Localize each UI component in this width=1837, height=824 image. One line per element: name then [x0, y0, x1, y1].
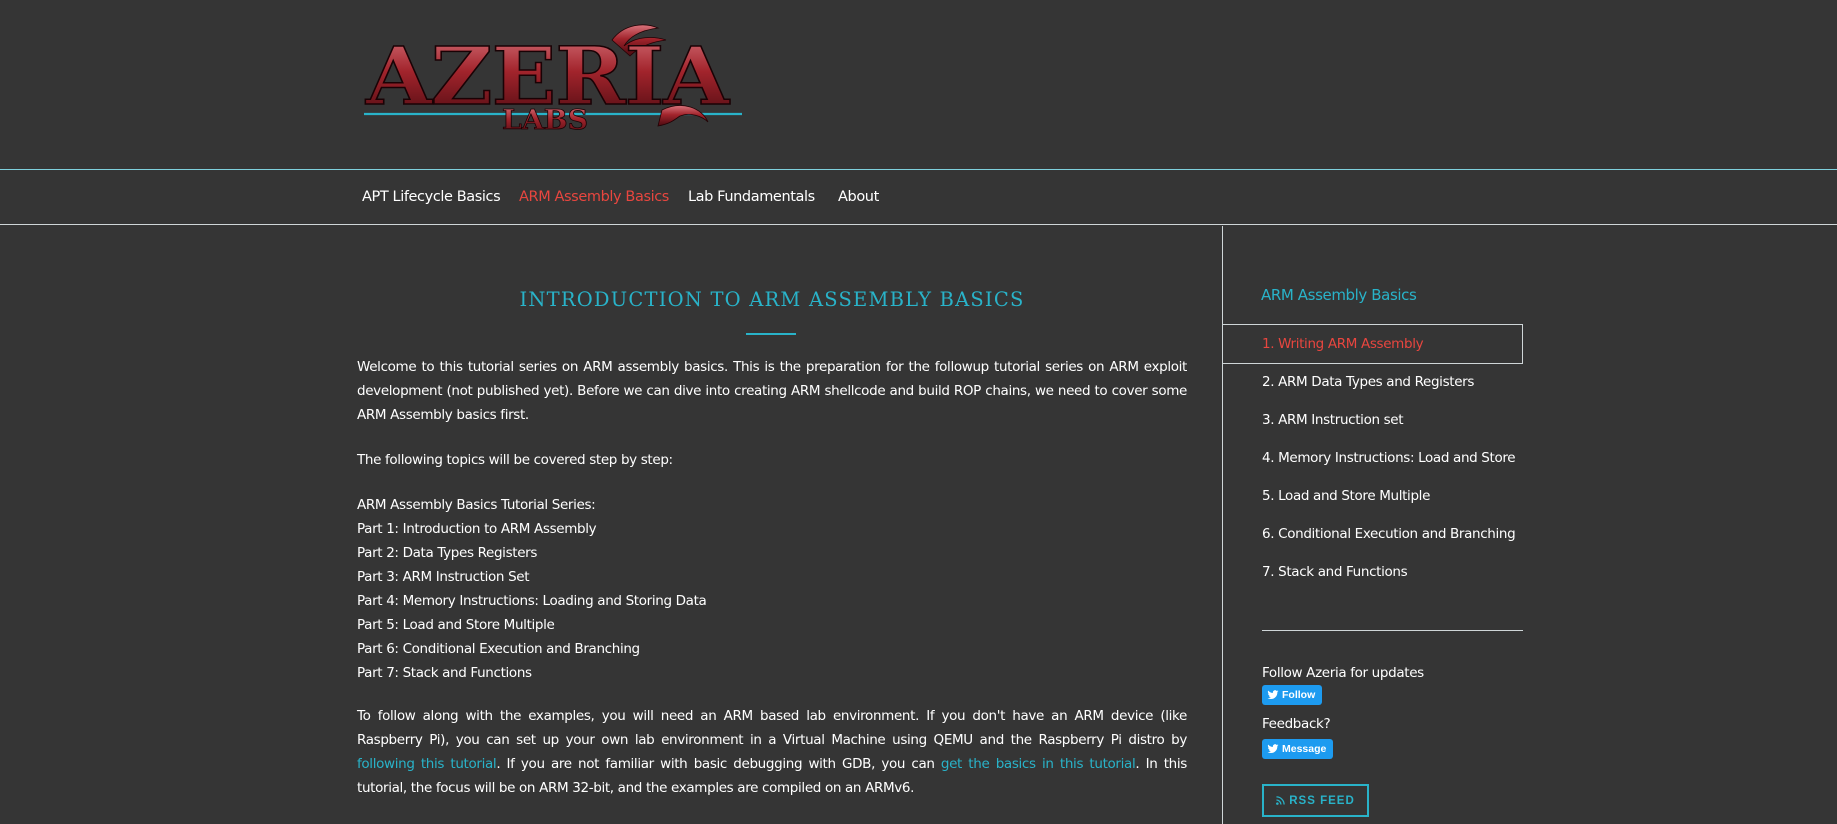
sidebar-separator	[1262, 630, 1523, 631]
sidebar: ARM Assembly Basics 1. Writing ARM Assem…	[1222, 226, 1837, 824]
list-item: Part 4: Memory Instructions: Loading and…	[357, 593, 707, 609]
list-item: Part 2: Data Types Registers	[357, 545, 538, 561]
feedback-text: Feedback?	[1262, 716, 1331, 732]
sidebar-item-conditional-execution[interactable]: 6. Conditional Execution and Branching	[1262, 526, 1516, 542]
nav-item-apt-lifecycle-basics[interactable]: APT Lifecycle Basics	[362, 189, 501, 205]
main-navigation: APT Lifecycle Basics ARM Assembly Basics…	[0, 169, 1837, 225]
sidebar-item-data-types-registers[interactable]: 2. ARM Data Types and Registers	[1262, 374, 1474, 390]
twitter-bird-icon	[1267, 690, 1279, 700]
svg-text:LABS: LABS	[502, 105, 588, 136]
qemu-tutorial-link[interactable]: following this tutorial	[357, 756, 497, 772]
list-item: Part 7: Stack and Functions	[357, 665, 532, 681]
twitter-follow-button[interactable]: Follow	[1262, 685, 1323, 705]
twitter-message-button[interactable]: Message	[1262, 739, 1334, 759]
twitter-bird-icon	[1267, 744, 1279, 754]
nav-item-lab-fundamentals[interactable]: Lab Fundamentals	[688, 189, 815, 205]
list-item: Part 3: ARM Instruction Set	[357, 569, 530, 585]
title-underline	[746, 333, 796, 335]
tutorial-series-list: ARM Assembly Basics Tutorial Series: Par…	[357, 493, 707, 685]
sidebar-item-instruction-set[interactable]: 3. ARM Instruction set	[1262, 412, 1404, 428]
series-heading: ARM Assembly Basics Tutorial Series:	[357, 497, 596, 513]
requirements-paragraph: To follow along with the examples, you w…	[357, 704, 1187, 800]
site-header: AZERIA LABS	[0, 0, 1837, 169]
list-item: Part 1: Introduction to ARM Assembly	[357, 521, 597, 537]
nav-item-about[interactable]: About	[838, 189, 879, 205]
topics-intro: The following topics will be covered ste…	[357, 452, 673, 468]
rss-button-label: RSS FEED	[1289, 794, 1355, 807]
azeria-labs-logo[interactable]: AZERIA LABS	[362, 22, 746, 138]
gdb-basics-link[interactable]: get the basics in this tutorial	[941, 756, 1136, 772]
rss-icon	[1276, 796, 1285, 805]
sidebar-item-writing-arm-assembly[interactable]: 1. Writing ARM Assembly	[1262, 336, 1424, 352]
nav-item-arm-assembly-basics[interactable]: ARM Assembly Basics	[519, 189, 669, 205]
page-title: INTRODUCTION TO ARM ASSEMBLY BASICS	[519, 288, 1025, 311]
sidebar-item-load-store-multiple[interactable]: 5. Load and Store Multiple	[1262, 488, 1430, 504]
sidebar-item-memory-instructions[interactable]: 4. Memory Instructions: Load and Store	[1262, 450, 1516, 466]
sidebar-title: ARM Assembly Basics	[1261, 286, 1417, 304]
requirements-text-1: To follow along with the examples, you w…	[357, 708, 1187, 748]
message-button-label: Message	[1282, 743, 1327, 755]
list-item: Part 6: Conditional Execution and Branch…	[357, 641, 640, 657]
follow-text: Follow Azeria for updates	[1262, 665, 1424, 681]
sidebar-item-stack-functions[interactable]: 7. Stack and Functions	[1262, 564, 1408, 580]
requirements-text-2: . If you are not familiar with basic deb…	[496, 756, 941, 772]
follow-button-label: Follow	[1282, 689, 1316, 701]
list-item: Part 5: Load and Store Multiple	[357, 617, 555, 633]
rss-feed-button[interactable]: RSS FEED	[1262, 784, 1369, 817]
intro-paragraph: Welcome to this tutorial series on ARM a…	[357, 359, 1187, 423]
